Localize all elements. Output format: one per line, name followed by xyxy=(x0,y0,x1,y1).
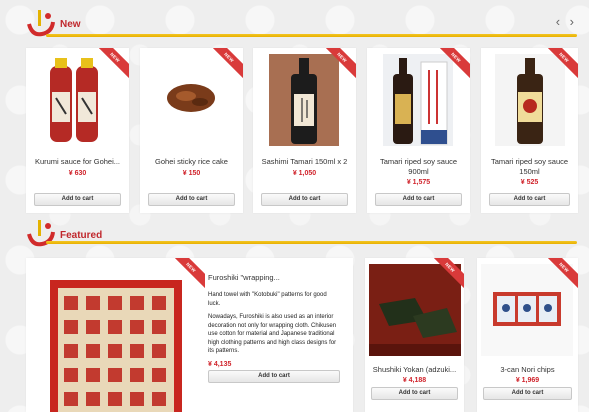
product-name[interactable]: 3-can Nori chips xyxy=(481,365,574,375)
featured-section-header: Featured xyxy=(26,218,577,252)
product-image[interactable] xyxy=(50,280,182,412)
section-title-featured: Featured xyxy=(60,230,103,241)
product-name[interactable]: Shushiki Yokan (adzuki... xyxy=(369,365,460,375)
brand-logo-icon xyxy=(27,220,55,247)
add-to-cart-button[interactable]: Add to cart xyxy=(208,370,340,383)
add-to-cart-button[interactable]: Add to cart xyxy=(489,193,570,206)
product-price: ¥ 1,969 xyxy=(515,377,540,384)
add-to-cart-button[interactable]: Add to cart xyxy=(371,387,458,400)
new-badge: NEW xyxy=(548,258,578,288)
product-price: ¥ 525 xyxy=(520,179,539,186)
new-badge: NEW xyxy=(434,258,464,288)
add-to-cart-button[interactable]: Add to cart xyxy=(261,193,348,206)
add-to-cart-button[interactable]: Add to cart xyxy=(483,387,572,400)
featured-product-card[interactable]: NEW Furoshiki "wrapping... Hand towel wi… xyxy=(26,258,353,412)
new-section-header: New ‹ › xyxy=(26,8,577,42)
add-to-cart-button[interactable]: Add to cart xyxy=(375,193,462,206)
new-badge: NEW xyxy=(213,48,243,78)
new-badge: NEW xyxy=(99,48,129,78)
prev-arrow-icon[interactable]: ‹ xyxy=(556,14,563,29)
product-price: ¥ 150 xyxy=(182,170,201,177)
product-card[interactable]: NEW Sashimi Tamari 150ml x 2 ¥ 1,050 Add… xyxy=(253,48,356,213)
next-arrow-icon[interactable]: › xyxy=(570,14,577,29)
product-description: Nowadays, Furoshiki is also used as an i… xyxy=(208,314,337,355)
product-name[interactable]: Gohei sticky rice cake xyxy=(144,157,239,167)
add-to-cart-button[interactable]: Add to cart xyxy=(34,193,121,206)
product-card[interactable]: NEW Tamari riped soy sauce 900ml ¥ 1,575… xyxy=(367,48,470,213)
product-price: ¥ 1,575 xyxy=(406,179,431,186)
product-name[interactable]: Furoshiki "wrapping... xyxy=(208,273,280,283)
new-badge: NEW xyxy=(440,48,470,78)
section-title-new: New xyxy=(60,19,81,30)
product-card[interactable]: NEW Tamari riped soy sauce 150ml ¥ 525 A… xyxy=(481,48,578,213)
product-card[interactable]: NEW 3-can Nori chips ¥ 1,969 Add to cart xyxy=(477,258,578,412)
new-badge: NEW xyxy=(548,48,578,78)
product-price: ¥ 4,188 xyxy=(402,377,427,384)
new-badge: NEW xyxy=(326,48,356,78)
section-rule xyxy=(46,241,577,244)
product-name[interactable]: Tamari riped soy sauce 900ml xyxy=(371,157,466,177)
product-description-intro: Hand towel with "Kotobuki" patterns for … xyxy=(208,292,327,307)
section-rule xyxy=(46,34,577,37)
product-price: ¥ 630 xyxy=(68,170,87,177)
new-badge: NEW xyxy=(175,258,205,288)
add-to-cart-button[interactable]: Add to cart xyxy=(148,193,235,206)
product-card[interactable]: NEW Shushiki Yokan (adzuki... ¥ 4,188 Ad… xyxy=(365,258,464,412)
product-name[interactable]: Kurumi sauce for Gohei... xyxy=(30,157,125,167)
product-price: ¥ 4,135 xyxy=(208,361,232,368)
product-card[interactable]: NEW Gohei sticky rice cake ¥ 150 Add to … xyxy=(140,48,243,213)
product-name[interactable]: Tamari riped soy sauce 150ml xyxy=(485,157,574,177)
carousel-nav: ‹ › xyxy=(556,14,577,29)
product-name[interactable]: Sashimi Tamari 150ml x 2 xyxy=(257,157,352,167)
product-price: ¥ 1,050 xyxy=(292,170,317,177)
product-card[interactable]: NEW Kurumi sauce for Gohei... ¥ 630 Add … xyxy=(26,48,129,213)
